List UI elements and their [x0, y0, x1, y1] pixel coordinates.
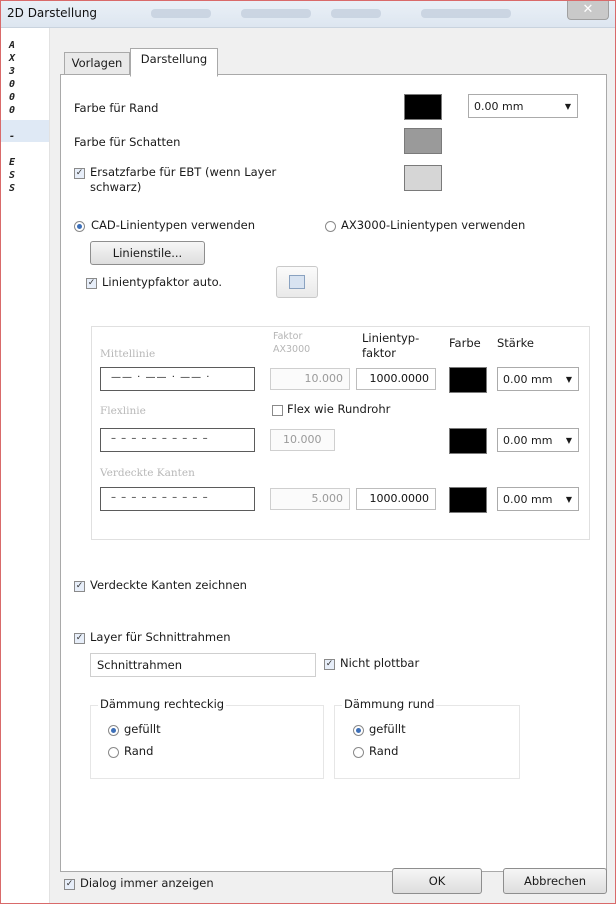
rand-color-swatch[interactable]	[404, 94, 442, 120]
ersatzfarbe-label: Ersatzfarbe für EBT (wenn Layer	[90, 165, 277, 179]
rund-gefuellt-radio[interactable]	[353, 725, 364, 736]
header-farbe: Farbe	[449, 336, 481, 350]
mittellinie-label: Mittellinie	[100, 348, 156, 360]
flexlinie-label: Flexlinie	[100, 405, 146, 417]
ersatzfarbe-checkbox[interactable]: ✓	[74, 168, 85, 179]
strip-char: A	[9, 40, 16, 51]
tab-vorlagen[interactable]: Vorlagen	[64, 52, 130, 75]
nicht-plottbar-checkbox[interactable]: ✓	[324, 659, 335, 670]
mittellinie-faktor-ax: 10.000	[270, 368, 350, 390]
mittellinie-lt-faktor[interactable]: 1000.0000	[356, 368, 436, 390]
verdeckte-kanten-color-swatch[interactable]	[449, 487, 487, 513]
rechteckig-rand-radio[interactable]	[108, 747, 119, 758]
left-side-strip: A X 3 0 0 0 - E S S	[1, 28, 50, 903]
strip-char: X	[9, 53, 16, 64]
dialog-immer-checkbox[interactable]: ✓	[64, 879, 75, 890]
faktor-auto-checkbox[interactable]: ✓	[86, 278, 97, 289]
daemmung-rechteckig-title: Dämmung rechteckig	[98, 697, 227, 711]
flexlinie-faktor-ax: 10.000	[270, 429, 335, 451]
header-lt-faktor: Linientyp-	[362, 331, 420, 345]
cad-linetype-label: CAD-Linientypen verwenden	[91, 218, 256, 232]
strip-char: E	[9, 157, 16, 168]
calculator-button[interactable]	[276, 266, 318, 298]
schatten-color-label: Farbe für Schatten	[74, 135, 181, 149]
chevron-down-icon: ▼	[565, 495, 572, 504]
chevron-down-icon: ▼	[564, 102, 571, 111]
ersatz-color-swatch[interactable]	[404, 165, 442, 191]
flexlinie-width-select[interactable]: 0.00 mm ▼	[497, 428, 579, 452]
mittellinie-width-select[interactable]: 0.00 mm ▼	[497, 367, 579, 391]
ersatzfarbe-label-2: schwarz)	[90, 180, 142, 194]
strip-char: 0	[9, 79, 16, 90]
title-blur	[151, 9, 211, 18]
nicht-plottbar-label: Nicht plottbar	[340, 656, 420, 670]
faktor-auto-label: Linientypfaktor auto.	[102, 275, 223, 289]
title-blur	[241, 9, 311, 18]
verdeckte-kanten-checkbox[interactable]: ✓	[74, 581, 85, 592]
rund-rand-radio[interactable]	[353, 747, 364, 758]
schnittrahmen-layer-input[interactable]: Schnittrahmen	[90, 653, 316, 677]
rund-gefuellt-label: gefüllt	[369, 722, 406, 736]
schatten-color-swatch[interactable]	[404, 128, 442, 154]
strip-char: S	[9, 183, 16, 194]
flexlinie-color-swatch[interactable]	[449, 428, 487, 454]
rechteckig-gefuellt-label: gefüllt	[124, 722, 161, 736]
mittellinie-pattern[interactable]: —— · —— · —— ·	[100, 367, 255, 391]
flex-rundrohr-checkbox[interactable]	[272, 405, 283, 416]
strip-char: -	[9, 131, 16, 142]
schnittrahmen-label: Layer für Schnittrahmen	[90, 630, 231, 644]
window-title: 2D Darstellung	[7, 6, 98, 20]
close-button[interactable]: ✕	[567, 1, 609, 20]
daemmung-rund-title: Dämmung rund	[342, 697, 437, 711]
rand-color-label: Farbe für Rand	[74, 101, 159, 115]
header-lt-faktor-2: faktor	[362, 346, 397, 360]
verdeckte-kanten-faktor-ax: 5.000	[270, 488, 350, 510]
flex-rundrohr-label: Flex wie Rundrohr	[287, 402, 391, 416]
dialog-immer-label: Dialog immer anzeigen	[80, 876, 214, 890]
verdeckte-kanten-lt-faktor[interactable]: 1000.0000	[356, 488, 436, 510]
rechteckig-rand-label: Rand	[124, 744, 154, 758]
calculator-icon	[289, 275, 305, 289]
verdeckte-kanten-line-label: Verdeckte Kanten	[100, 467, 195, 479]
strip-char: 0	[9, 92, 16, 103]
title-blur	[421, 9, 511, 18]
linienstile-button[interactable]: Linienstile...	[90, 241, 205, 265]
ok-button[interactable]: OK	[392, 868, 482, 894]
daemmung-rechteckig-group	[90, 705, 324, 779]
flexlinie-pattern[interactable]: – – – – – – – – – –	[100, 428, 255, 452]
header-faktor-ax-2: AX3000	[273, 344, 311, 355]
strip-char: 3	[9, 66, 16, 77]
strip-char: S	[9, 170, 16, 181]
chevron-down-icon: ▼	[565, 375, 572, 384]
ax-linetype-label: AX3000-Linientypen verwenden	[341, 218, 526, 232]
header-staerke: Stärke	[497, 336, 534, 350]
title-bar[interactable]: 2D Darstellung ✕	[1, 1, 615, 28]
chevron-down-icon: ▼	[565, 436, 572, 445]
verdeckte-kanten-width-select[interactable]: 0.00 mm ▼	[497, 487, 579, 511]
rand-width-select[interactable]: 0.00 mm ▼	[468, 94, 578, 118]
ax-linetype-radio[interactable]	[325, 221, 336, 232]
daemmung-rund-group	[334, 705, 520, 779]
cad-linetype-radio[interactable]	[74, 221, 85, 232]
schnittrahmen-checkbox[interactable]: ✓	[74, 633, 85, 644]
cancel-button[interactable]: Abbrechen	[503, 868, 607, 894]
rechteckig-gefuellt-radio[interactable]	[108, 725, 119, 736]
tab-darstellung[interactable]: Darstellung	[130, 48, 218, 77]
verdeckte-kanten-label: Verdeckte Kanten zeichnen	[90, 578, 247, 592]
strip-char: 0	[9, 105, 16, 116]
header-faktor-ax: Faktor	[273, 331, 303, 342]
mittellinie-color-swatch[interactable]	[449, 367, 487, 393]
rund-rand-label: Rand	[369, 744, 399, 758]
verdeckte-kanten-pattern[interactable]: – – – – – – – – – –	[100, 487, 255, 511]
title-blur	[331, 9, 381, 18]
